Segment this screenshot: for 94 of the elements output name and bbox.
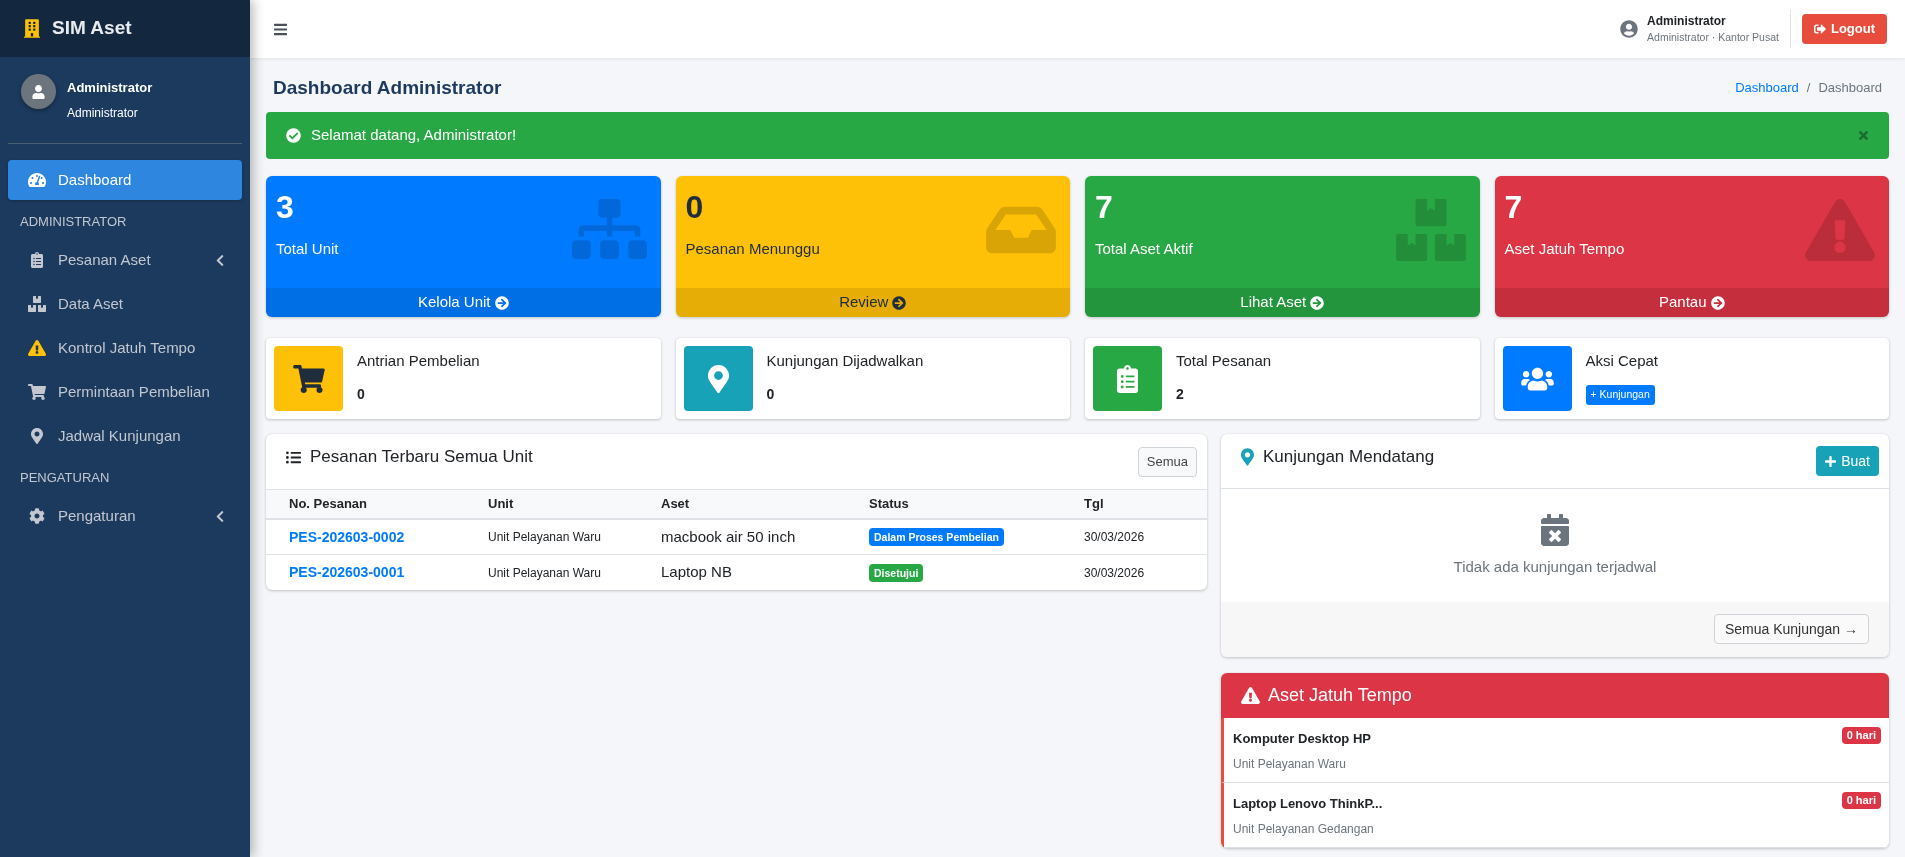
breadcrumb-separator: / xyxy=(1806,79,1811,98)
user-name: Administrator xyxy=(67,80,153,96)
column-header: No. Pesanan xyxy=(289,495,368,514)
info-label: Kunjungan Dijadwalkan xyxy=(766,351,924,371)
card-title: Pesanan Terbaru Semua Unit xyxy=(310,446,533,469)
stat-value: 3 xyxy=(276,188,295,226)
arrow-right-icon xyxy=(892,295,907,310)
arrow-right-icon xyxy=(1710,295,1725,310)
user-role: Administrator xyxy=(67,105,139,121)
stat-label: Total Unit xyxy=(276,239,339,259)
card-footer-link[interactable]: Lihat Aset xyxy=(1085,288,1480,317)
nav-section-header: PENGATURAN xyxy=(19,469,111,488)
stat-value: 7 xyxy=(1504,188,1524,226)
brand-name: SIM Aset xyxy=(52,16,132,41)
close-icon xyxy=(1859,129,1868,142)
status-badge: Disetujui xyxy=(869,563,924,582)
table-cell-text: 30/03/2026 xyxy=(1084,529,1145,546)
boxes-icon xyxy=(28,296,46,312)
nav-item[interactable]: Permintaan Pembelian xyxy=(8,372,242,412)
page-title: Dashboard Administrator xyxy=(273,75,502,100)
column-header: Unit xyxy=(488,495,514,514)
table-cell-text: Laptop NB xyxy=(661,562,732,583)
asset-name: Laptop Lenovo ThinkP... xyxy=(1233,795,1383,813)
stat-label: Total Aset Aktif xyxy=(1095,239,1193,259)
status-badge: Dalam Proses Pembelian xyxy=(869,528,1004,546)
cart-icon xyxy=(28,384,46,400)
map-pin-icon xyxy=(1241,448,1254,466)
warning-icon xyxy=(28,340,46,356)
plus-icon xyxy=(1825,454,1837,468)
card-title: Aset Jatuh Tempo xyxy=(1268,684,1412,707)
table-cell-text: Unit Pelayanan Waru xyxy=(488,529,601,546)
nav-item[interactable]: Dashboard xyxy=(8,160,242,200)
table-cell-text: 30/03/2026 xyxy=(1084,564,1145,582)
stat-value: 0 xyxy=(685,188,705,226)
nav-section-header: ADMINISTRATOR xyxy=(19,213,128,232)
order-link[interactable]: PES-202603-0001 xyxy=(289,562,405,583)
menu-icon xyxy=(274,21,287,37)
calendar-x-icon xyxy=(1541,514,1569,546)
gauge-icon xyxy=(28,172,46,188)
table-cell-text: Unit Pelayanan Waru xyxy=(488,564,601,582)
nav-item[interactable]: Kontrol Jatuh Tempo xyxy=(8,328,242,368)
logout-button[interactable]: Logout xyxy=(1801,14,1887,44)
map-pin-icon xyxy=(31,428,43,444)
breadcrumb-link[interactable]: Dashboard xyxy=(1735,78,1799,98)
nav-item[interactable]: Jadwal Kunjungan xyxy=(8,416,242,456)
info-label: Aksi Cepat xyxy=(1585,351,1659,371)
view-all-button[interactable]: Semua xyxy=(1137,447,1197,477)
warning-icon xyxy=(1805,199,1875,261)
hierarchy-icon xyxy=(571,199,647,259)
settings-icon xyxy=(29,508,45,524)
user-icon xyxy=(1620,20,1639,38)
order-link[interactable]: PES-202603-0002 xyxy=(289,526,405,548)
stat-value: 7 xyxy=(1095,188,1114,226)
arrow-right-icon xyxy=(494,295,509,310)
info-value: 2 xyxy=(1176,385,1184,403)
avatar-icon xyxy=(21,74,56,109)
days-badge: 0 hari xyxy=(1841,792,1881,809)
days-badge: 0 hari xyxy=(1841,727,1881,744)
card-footer-link[interactable]: Kelola Unit xyxy=(266,288,661,317)
clipboard-icon xyxy=(31,252,43,268)
empty-message: Tidak ada kunjungan terjadwal xyxy=(1453,557,1657,577)
create-button[interactable]: Buat xyxy=(1816,446,1879,476)
asset-unit: Unit Pelayanan Gedangan xyxy=(1233,821,1375,838)
nav-item[interactable]: Data Aset xyxy=(8,284,242,324)
column-header: Aset xyxy=(661,495,690,514)
list-icon xyxy=(286,449,301,465)
building-icon xyxy=(24,19,40,38)
stat-label: Pesanan Menunggu xyxy=(685,239,820,259)
breadcrumb-current: Dashboard xyxy=(1818,79,1882,98)
column-header: Status xyxy=(869,495,909,514)
column-header: Tgl xyxy=(1084,495,1104,514)
user-name: Administrator xyxy=(1647,14,1727,29)
arrow-right-icon xyxy=(1310,295,1325,310)
boxes-icon xyxy=(1395,199,1466,261)
sidebar-toggle-button[interactable] xyxy=(274,21,287,37)
card-footer-link[interactable]: Pantau xyxy=(1494,288,1889,317)
table-cell-text: macbook air 50 inch xyxy=(661,526,796,547)
asset-unit: Unit Pelayanan Waru xyxy=(1233,756,1347,773)
nav-item[interactable]: Pengaturan xyxy=(8,496,242,536)
logout-icon xyxy=(1813,23,1826,35)
all-visits-button[interactable]: Semua Kunjungan → xyxy=(1713,614,1869,644)
stat-label: Aset Jatuh Tempo xyxy=(1504,239,1625,259)
nav-item[interactable]: Pesanan Aset xyxy=(8,240,242,280)
add-visit-button[interactable]: + Kunjungan xyxy=(1585,385,1655,405)
info-label: Total Pesanan xyxy=(1176,351,1272,371)
info-value: 0 xyxy=(357,385,365,403)
info-value: 0 xyxy=(766,385,775,403)
card-title: Kunjungan Mendatang xyxy=(1263,446,1435,469)
user-subtitle: Administrator · Kantor Pusat xyxy=(1647,31,1779,44)
card-footer-link[interactable]: Review xyxy=(675,288,1070,317)
asset-name: Komputer Desktop HP xyxy=(1233,730,1371,748)
warning-icon xyxy=(1241,687,1260,704)
info-label: Antrian Pembelian xyxy=(357,351,480,371)
alert-message: Selamat datang, Administrator! xyxy=(311,125,517,146)
